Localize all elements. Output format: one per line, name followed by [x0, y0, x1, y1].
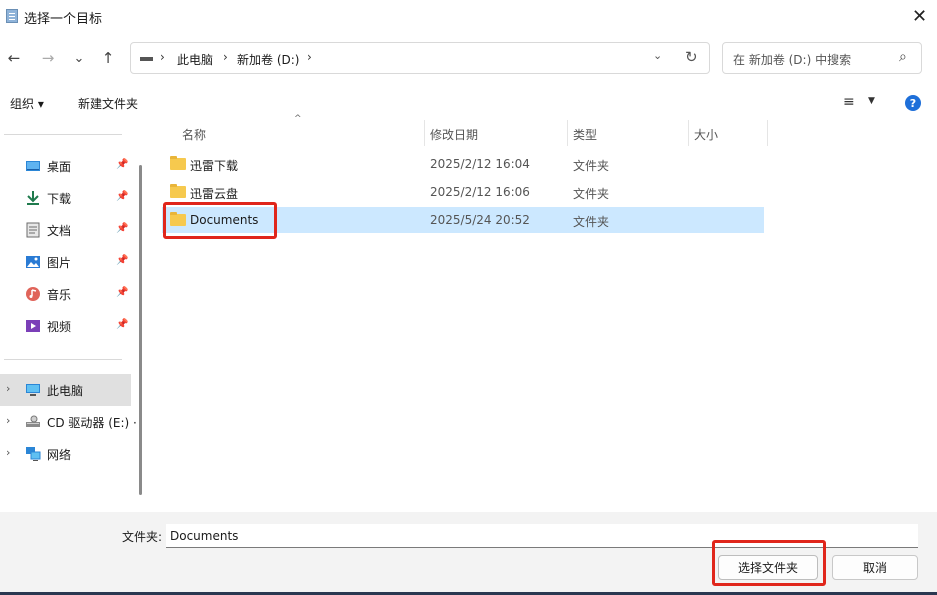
column-separator[interactable]: [688, 120, 689, 146]
sidebar-item-documents[interactable]: 文档 📌: [0, 214, 131, 246]
music-icon: [26, 287, 40, 301]
sidebar-item-network[interactable]: › 网络: [0, 438, 131, 470]
file-type: 文件夹: [573, 187, 610, 201]
sidebar-item-label: 网络: [47, 448, 72, 462]
up-button[interactable]: ↑: [97, 44, 119, 72]
file-type: 文件夹: [573, 159, 610, 173]
recent-locations-button[interactable]: ⌄: [68, 44, 90, 72]
sidebar-scrollbar[interactable]: [139, 165, 142, 495]
folder-field-label: 文件夹:: [122, 530, 163, 544]
pin-icon[interactable]: 📌: [116, 255, 128, 266]
column-header-type[interactable]: 类型: [573, 126, 597, 143]
pin-icon[interactable]: 📌: [116, 223, 128, 234]
file-modified: 2025/2/12 16:04: [430, 157, 530, 171]
file-modified: 2025/2/12 16:06: [430, 185, 530, 199]
sidebar-divider: [4, 134, 122, 135]
network-icon: [26, 447, 41, 461]
sidebar-item-downloads[interactable]: 下载 📌: [0, 182, 131, 214]
address-dropdown-icon[interactable]: ⌄: [653, 49, 662, 62]
sidebar-item-music[interactable]: 音乐 📌: [0, 278, 131, 310]
pin-icon[interactable]: 📌: [116, 191, 128, 202]
file-row[interactable]: 迅雷下载 2025/2/12 16:04 文件夹: [162, 151, 764, 177]
pin-icon[interactable]: 📌: [116, 319, 128, 330]
highlight-box-documents: [163, 202, 277, 239]
breadcrumb-this-pc[interactable]: 此电脑: [177, 51, 213, 68]
breadcrumb-separator: ›: [160, 50, 165, 64]
sidebar-item-videos[interactable]: 视频 📌: [0, 310, 131, 342]
address-bar[interactable]: › 此电脑 › 新加卷 (D:) › ⌄ ↻: [130, 42, 710, 74]
drive-icon: [140, 57, 153, 61]
document-icon: [26, 222, 40, 238]
sidebar-item-pictures[interactable]: 图片 📌: [0, 246, 131, 278]
file-name: 迅雷下载: [190, 159, 239, 173]
expand-chevron-icon[interactable]: ›: [6, 414, 10, 427]
cancel-button[interactable]: 取消: [832, 555, 918, 580]
sidebar-item-label: 图片: [47, 256, 72, 270]
column-separator[interactable]: [424, 120, 425, 146]
pin-icon[interactable]: 📌: [116, 287, 128, 298]
sidebar-item-label: CD 驱动器 (E:) ·: [47, 416, 137, 430]
computer-icon: [26, 384, 40, 396]
sidebar-item-label: 此电脑: [47, 384, 84, 398]
breadcrumb-separator[interactable]: ›: [307, 50, 312, 64]
sidebar-item-label: 桌面: [47, 160, 72, 174]
organize-menu[interactable]: 组织 ▾: [10, 95, 44, 112]
download-icon: [27, 191, 39, 205]
title-bar: [0, 0, 937, 32]
back-button[interactable]: ←: [3, 44, 25, 72]
file-name: 迅雷云盘: [190, 187, 239, 201]
search-box[interactable]: 在 新加卷 (D:) 中搜索 ⌕: [722, 42, 922, 74]
search-placeholder: 在 新加卷 (D:) 中搜索: [733, 53, 852, 67]
column-header-name[interactable]: 名称: [182, 126, 206, 143]
breadcrumb-separator: ›: [223, 50, 228, 64]
file-modified: 2025/5/24 20:52: [430, 213, 530, 227]
video-icon: [26, 320, 40, 332]
column-header-size[interactable]: 大小: [694, 126, 718, 143]
sort-ascending-icon: ^: [294, 114, 302, 124]
highlight-box-select-button: [712, 540, 826, 586]
pin-icon[interactable]: 📌: [116, 159, 128, 170]
view-options-icon[interactable]: ≡: [843, 94, 855, 110]
sidebar-item-this-pc[interactable]: › 此电脑: [0, 374, 131, 406]
new-folder-button[interactable]: 新建文件夹: [78, 95, 138, 112]
view-dropdown-icon[interactable]: ▼: [868, 96, 875, 106]
sidebar-item-label: 视频: [47, 320, 72, 334]
sidebar-item-desktop[interactable]: 桌面 📌: [0, 150, 131, 182]
search-icon[interactable]: ⌕: [899, 49, 907, 65]
close-button[interactable]: ✕: [902, 0, 937, 32]
forward-button[interactable]: →: [37, 44, 59, 72]
app-icon: [6, 9, 18, 23]
expand-chevron-icon[interactable]: ›: [6, 446, 10, 459]
column-separator[interactable]: [767, 120, 768, 146]
sidebar-item-label: 下载: [47, 192, 72, 206]
sidebar-item-cd-drive[interactable]: › CD 驱动器 (E:) ·: [0, 406, 137, 438]
file-type: 文件夹: [573, 215, 610, 229]
sidebar-item-label: 文档: [47, 224, 72, 238]
folder-icon: [170, 156, 186, 170]
breadcrumb-drive-d[interactable]: 新加卷 (D:): [237, 51, 299, 68]
refresh-icon[interactable]: ↻: [685, 48, 698, 66]
picture-icon: [26, 256, 40, 268]
desktop-icon: [26, 161, 40, 171]
expand-chevron-icon[interactable]: ›: [6, 382, 10, 395]
folder-icon: [170, 184, 186, 198]
column-header-modified[interactable]: 修改日期: [430, 126, 478, 143]
help-icon[interactable]: ?: [905, 95, 921, 111]
sidebar-divider: [4, 359, 122, 360]
sidebar-item-label: 音乐: [47, 288, 72, 302]
cd-drive-icon: [26, 415, 40, 427]
window-title: 选择一个目标: [24, 12, 103, 27]
column-separator[interactable]: [567, 120, 568, 146]
